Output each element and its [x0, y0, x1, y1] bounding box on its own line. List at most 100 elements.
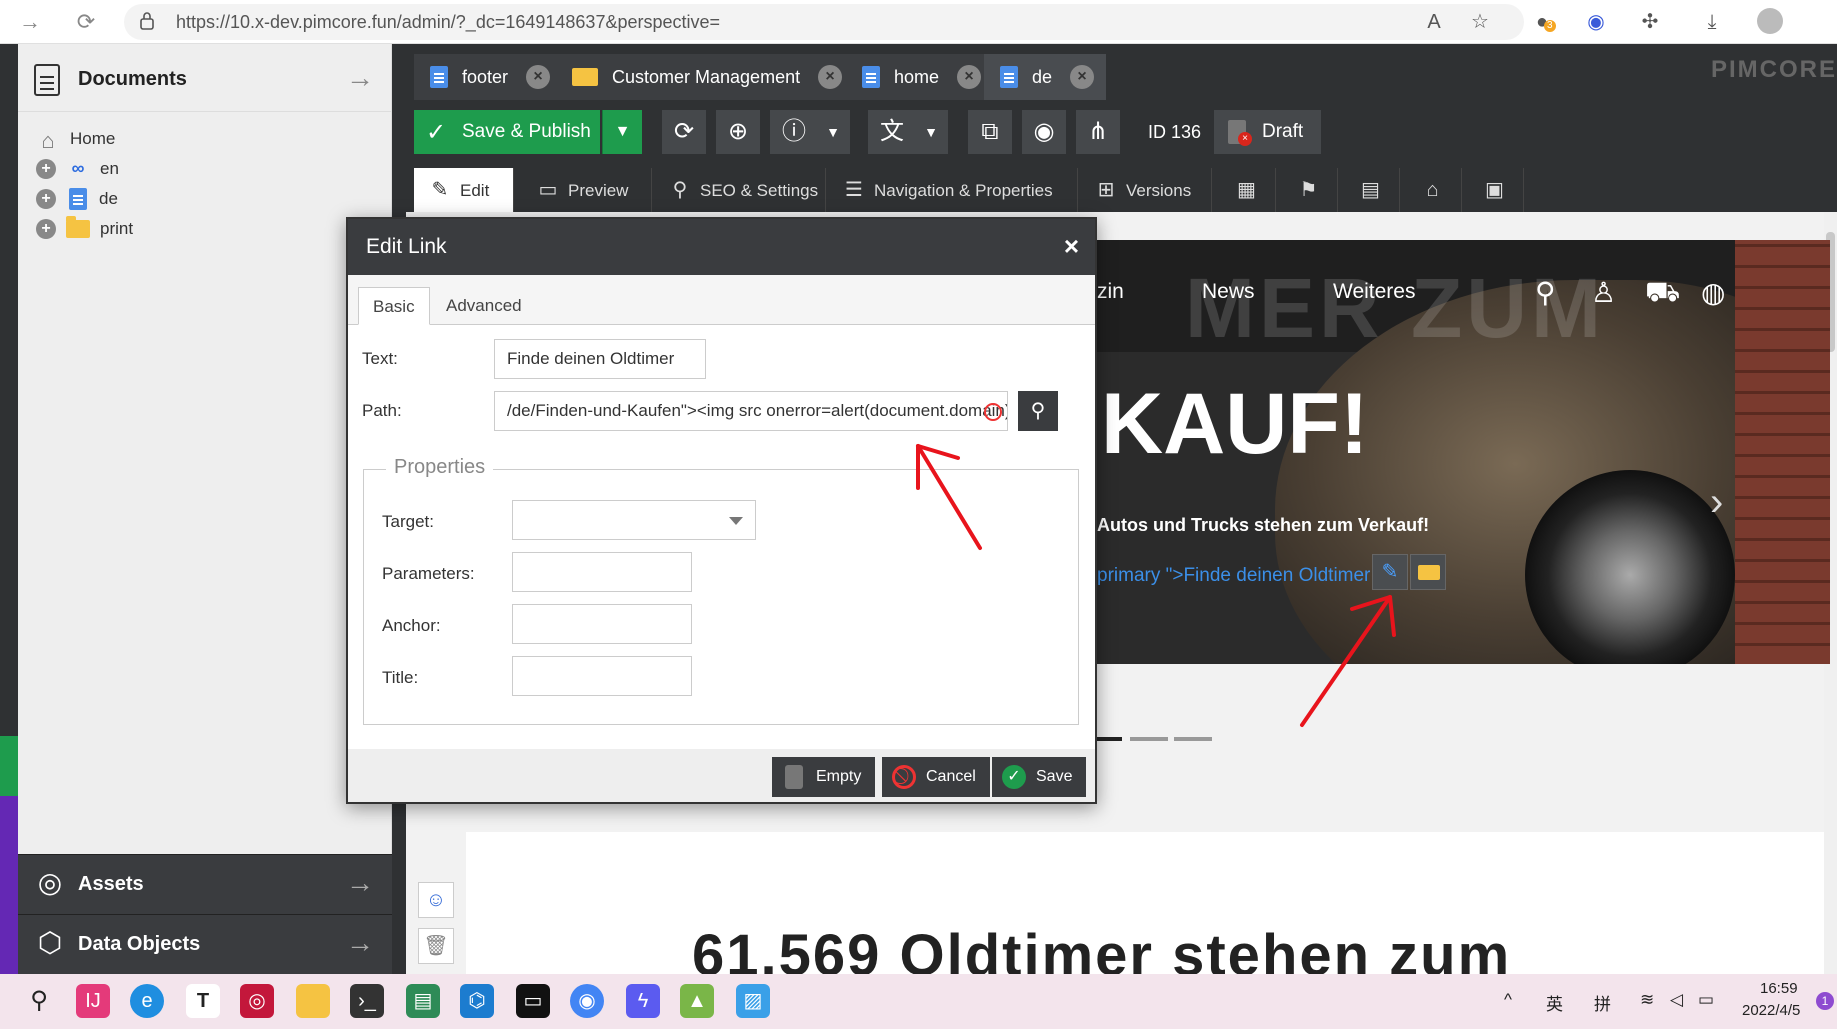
tree-item-print[interactable]: + print	[36, 216, 133, 242]
intellij-icon[interactable]: IJ	[76, 984, 110, 1018]
photos-icon[interactable]: ▨	[736, 984, 770, 1018]
tab-de[interactable]: de ×	[984, 54, 1107, 100]
cart-icon[interactable]: ⛟	[1645, 276, 1680, 312]
translate-button[interactable]: 文 ▼	[868, 110, 948, 154]
extension-badge-icon[interactable]: ● 3	[1528, 8, 1556, 36]
reload-icon[interactable]: ⟳	[70, 6, 102, 38]
anchor-input[interactable]	[512, 604, 692, 644]
expand-arrow-icon[interactable]: →	[346, 867, 374, 899]
chrome-icon[interactable]: ◉	[570, 984, 604, 1018]
download-icon[interactable]: ⤓	[1698, 8, 1726, 36]
clock-date[interactable]: 2022/4/5	[1742, 1002, 1800, 1019]
search-icon[interactable]: ⚲	[22, 984, 56, 1018]
tab-tags[interactable]: ⌂	[1404, 168, 1462, 212]
file-explorer-icon[interactable]	[296, 984, 330, 1018]
close-tab-icon[interactable]: ×	[818, 65, 843, 89]
ime-pinyin-indicator[interactable]: 拼	[1594, 990, 1611, 1015]
close-tab-icon[interactable]: ×	[957, 65, 982, 89]
image-viewer-icon[interactable]: ▲	[680, 984, 714, 1018]
tab-basic[interactable]: Basic	[358, 287, 430, 325]
typora-icon[interactable]: T	[186, 984, 220, 1018]
reload-button[interactable]: ⟳	[662, 110, 706, 154]
back-arrow-icon[interactable]: →	[14, 6, 46, 38]
collapse-arrow-icon[interactable]: →	[346, 62, 374, 94]
tab-advanced[interactable]: Advanced	[432, 287, 536, 325]
tree-item-home[interactable]: ⌂ Home	[36, 126, 115, 153]
read-aloud-icon[interactable]: A	[1420, 8, 1448, 36]
save-publish-button[interactable]: ✓ Save & Publish	[414, 110, 600, 154]
tree-item-de[interactable]: + de	[36, 186, 118, 212]
slider-next-chevron-icon[interactable]: ›	[1710, 480, 1723, 525]
preview-eye-button[interactable]: ◉	[1022, 110, 1066, 154]
title-input[interactable]	[512, 656, 692, 696]
vscode-icon[interactable]: ⌬	[460, 984, 494, 1018]
trash-icon[interactable]: 🗑	[418, 928, 454, 964]
tab-navigation-properties[interactable]: ☰ Navigation & Properties	[830, 168, 1078, 212]
battery-icon[interactable]: ▭	[1698, 990, 1714, 1010]
console-icon[interactable]: ▭	[516, 984, 550, 1018]
ime-english-indicator[interactable]: 英	[1546, 990, 1563, 1015]
clock-time[interactable]: 16:59	[1760, 980, 1798, 997]
expand-plus-icon[interactable]: +	[36, 189, 56, 209]
recorder-icon[interactable]: ◎	[240, 984, 274, 1018]
close-tab-icon[interactable]: ×	[1070, 65, 1095, 89]
address-bar[interactable]: https://10.x-dev.pimcore.fun/admin/?_dc=…	[124, 4, 1524, 40]
slider-dot-active[interactable]	[1095, 737, 1122, 741]
path-search-button[interactable]: ⚲	[1018, 391, 1058, 431]
target-locate-button[interactable]: ⊕	[716, 110, 760, 154]
tree-item-en[interactable]: + ∞ en	[36, 156, 119, 182]
hero-nav-weiteres[interactable]: Weiteres	[1333, 280, 1415, 304]
expand-plus-icon[interactable]: +	[36, 219, 56, 239]
favorite-star-icon[interactable]: ☆	[1466, 8, 1494, 36]
tab-versions[interactable]: ⊞ Versions	[1082, 168, 1212, 212]
expand-arrow-icon[interactable]: →	[346, 927, 374, 959]
data-objects-panel-bar[interactable]: ⬡ Data Objects →	[18, 914, 392, 974]
draft-button[interactable]: × Draft	[1214, 110, 1322, 154]
hero-nav-news[interactable]: News	[1202, 280, 1255, 304]
expand-plus-icon[interactable]: +	[36, 159, 56, 179]
tab-footer[interactable]: footer ×	[414, 54, 563, 100]
globe-icon[interactable]: ◍	[1701, 276, 1725, 309]
tab-home[interactable]: home ×	[846, 54, 994, 100]
globe-extension-icon[interactable]: ◉	[1582, 8, 1610, 36]
target-select[interactable]	[512, 500, 756, 540]
tab-notes[interactable]: ▤	[1342, 168, 1400, 212]
text-field[interactable]: Finde deinen Oldtimer	[494, 339, 706, 379]
tab-edit[interactable]: ✎ Edit	[414, 168, 514, 212]
search-icon[interactable]: ⚲	[1535, 276, 1556, 309]
tab-bookmark[interactable]: ⚑	[1280, 168, 1338, 212]
close-tab-icon[interactable]: ×	[526, 65, 551, 89]
user-icon[interactable]: ♙	[1591, 276, 1616, 309]
notes-app-icon[interactable]: ▤	[406, 984, 440, 1018]
tray-chevron-up-icon[interactable]: ^	[1504, 990, 1512, 1010]
parameters-input[interactable]	[512, 552, 692, 592]
share-button[interactable]: ⋔	[1076, 110, 1120, 154]
tab-seo-settings[interactable]: ⚲ SEO & Settings	[656, 168, 826, 212]
tab-schedule[interactable]: ▦	[1218, 168, 1276, 212]
bolt-app-icon[interactable]: ϟ	[626, 984, 660, 1018]
empty-button[interactable]: Empty	[772, 757, 876, 797]
wifi-icon[interactable]: ≋	[1640, 990, 1654, 1010]
clear-target-icon[interactable]	[984, 403, 1002, 421]
tab-preview[interactable]: ▭ Preview	[524, 168, 652, 212]
volume-icon[interactable]: ◁	[1670, 990, 1683, 1010]
path-field[interactable]: /de/Finden-und-Kaufen"><img src onerror=…	[494, 391, 1008, 431]
open-folder-icon[interactable]	[1410, 554, 1446, 590]
hero-link-text[interactable]: primary ">Finde deinen Oldtimer	[1097, 565, 1370, 587]
save-button[interactable]: ✓ Save	[992, 757, 1087, 797]
assets-panel-bar[interactable]: ◎ Assets →	[18, 854, 392, 914]
puzzle-extensions-icon[interactable]: ✣	[1636, 8, 1664, 36]
close-icon[interactable]: ×	[1064, 231, 1079, 262]
tab-customer-management[interactable]: Customer Management ×	[556, 54, 855, 100]
terminal-icon[interactable]: ›_	[350, 984, 384, 1018]
notification-badge[interactable]: 1	[1816, 992, 1834, 1010]
open-external-button[interactable]: ⧉	[968, 110, 1012, 154]
cancel-button[interactable]: ⃠ Cancel	[882, 757, 990, 797]
edge-browser-icon[interactable]: e	[130, 984, 164, 1018]
info-button[interactable]: ⓘ ▼	[770, 110, 850, 154]
slider-dot[interactable]	[1130, 737, 1168, 741]
profile-avatar-icon[interactable]	[1756, 8, 1784, 36]
slider-dot[interactable]	[1174, 737, 1212, 741]
users-icon[interactable]: ☺	[418, 882, 454, 918]
tab-workflow[interactable]: ▣	[1466, 168, 1524, 212]
